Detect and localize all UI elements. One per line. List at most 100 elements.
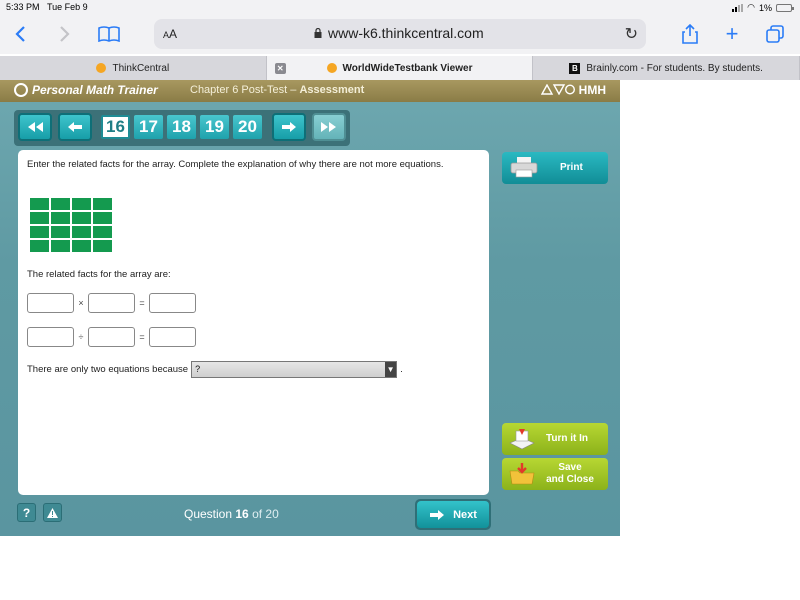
help-button[interactable]: ? — [17, 503, 36, 522]
array-cell — [72, 212, 91, 224]
array-cell — [93, 212, 112, 224]
multiplication-equation: × = — [27, 293, 196, 313]
brainly-favicon-icon: B — [569, 62, 581, 74]
explanation-row: There are only two equations because ? ▼… — [27, 361, 403, 378]
first-question-button[interactable] — [18, 113, 52, 141]
previous-question-button[interactable] — [58, 113, 92, 141]
arrow-right-icon — [430, 509, 445, 520]
share-icon[interactable] — [680, 22, 700, 46]
alert-button[interactable] — [43, 503, 62, 522]
math-trainer-app: Personal Math Trainer Chapter 6 Post-Tes… — [0, 80, 620, 536]
tab-label: Brainly.com - For students. By students. — [586, 62, 763, 74]
wifi-icon: ◠ — [747, 2, 755, 12]
array-cell — [30, 226, 49, 238]
division-equation: ÷ = — [27, 327, 196, 347]
url-display[interactable]: www-k6.thinkcentral.com — [314, 25, 484, 41]
print-label: Print — [560, 162, 583, 173]
related-facts-label: The related facts for the array are: — [27, 269, 171, 280]
back-icon[interactable] — [10, 22, 30, 46]
thinkcentral-favicon-icon — [96, 63, 107, 73]
browser-tabs: ThinkCentral ✕ WorldWideTestbank Viewer … — [0, 56, 800, 80]
battery-icon — [776, 3, 794, 12]
warning-icon — [47, 507, 58, 518]
array-cell — [30, 212, 49, 224]
reader-aa-button[interactable]: AA — [163, 27, 177, 41]
array-cell — [51, 240, 70, 252]
double-right-icon — [321, 122, 336, 132]
question-18-button[interactable]: 18 — [167, 115, 196, 139]
testbank-favicon-icon — [326, 63, 337, 73]
array-cell — [51, 212, 70, 224]
bookmarks-icon[interactable] — [98, 22, 120, 46]
browser-toolbar: AA www-k6.thinkcentral.com ↻ + — [0, 16, 800, 54]
division-divisor-input[interactable] — [88, 327, 135, 347]
array-cell — [30, 198, 49, 210]
question-20-button[interactable]: 20 — [233, 115, 262, 139]
tab-brainly[interactable]: B Brainly.com - For students. By student… — [533, 56, 800, 80]
new-tab-icon[interactable]: + — [722, 21, 742, 46]
hmh-shapes-icon — [541, 83, 576, 96]
equals-sign: = — [139, 298, 145, 308]
arrow-left-icon — [68, 122, 82, 132]
multiplication-product-input[interactable] — [149, 293, 196, 313]
turn-it-in-label: Turn it In — [546, 433, 589, 444]
question-navigation: 16 17 18 19 20 — [14, 110, 350, 146]
save-and-close-button[interactable]: Save and Close — [502, 458, 608, 490]
reload-icon[interactable]: ↻ — [625, 24, 638, 44]
lock-icon — [314, 28, 322, 38]
status-indicators: ◠ 1% — [732, 2, 794, 13]
question-panel: Enter the related facts for the array. C… — [18, 150, 489, 495]
array-figure — [30, 198, 112, 252]
next-question-nav-button[interactable] — [272, 113, 306, 141]
tab-worldwidetestbank[interactable]: ✕ WorldWideTestbank Viewer — [266, 56, 534, 80]
tab-label: ThinkCentral — [112, 62, 170, 74]
pmt-logo: Personal Math Trainer — [14, 83, 158, 97]
double-left-icon — [28, 122, 43, 132]
printer-icon — [510, 157, 538, 178]
multiplication-factor-2-input[interactable] — [88, 293, 135, 313]
array-cell — [51, 226, 70, 238]
close-tab-icon[interactable]: ✕ — [274, 63, 286, 74]
multiplication-factor-1-input[interactable] — [27, 293, 74, 313]
explanation-period: . — [400, 364, 403, 375]
last-question-button[interactable] — [312, 113, 346, 141]
pmt-logo-icon — [14, 83, 28, 97]
equals-sign: = — [139, 332, 145, 342]
array-cell — [72, 240, 91, 252]
array-cell — [30, 240, 49, 252]
multiply-sign: × — [78, 298, 84, 308]
next-label: Next — [453, 508, 477, 521]
dropdown-arrow-icon[interactable]: ▼ — [385, 362, 397, 377]
print-button[interactable]: Print — [502, 152, 608, 184]
explanation-dropdown[interactable]: ? ▼ — [191, 361, 398, 378]
array-cell — [93, 226, 112, 238]
explanation-text: There are only two equations because — [27, 364, 189, 375]
tabs-overview-icon[interactable] — [764, 22, 786, 46]
save-folder-icon — [509, 463, 535, 485]
address-bar[interactable]: AA www-k6.thinkcentral.com ↻ — [154, 19, 646, 49]
tab-thinkcentral[interactable]: ThinkCentral — [0, 56, 267, 80]
dropdown-value: ? — [195, 364, 201, 374]
question-16-button[interactable]: 16 — [101, 115, 130, 139]
question-17-button[interactable]: 17 — [134, 115, 163, 139]
arrow-right-icon — [282, 122, 296, 132]
turn-in-tray-icon — [509, 429, 535, 450]
status-bar: 5:33 PM Tue Feb 9 ◠ 1% — [0, 0, 800, 16]
division-dividend-input[interactable] — [27, 327, 74, 347]
app-header: Personal Math Trainer Chapter 6 Post-Tes… — [0, 80, 620, 102]
signal-icon — [732, 3, 744, 12]
next-button[interactable]: Next — [415, 499, 491, 530]
division-quotient-input[interactable] — [149, 327, 196, 347]
battery-percent: 1% — [758, 2, 772, 13]
turn-it-in-button[interactable]: Turn it In — [502, 423, 608, 455]
hmh-logo: HMH — [541, 83, 606, 97]
status-date: Tue Feb 9 — [47, 2, 88, 12]
array-cell — [72, 226, 91, 238]
question-19-button[interactable]: 19 — [200, 115, 229, 139]
array-cell — [72, 198, 91, 210]
array-cell — [51, 198, 70, 210]
forward-icon[interactable] — [55, 22, 75, 46]
save-and-close-label: Save and Close — [546, 462, 594, 485]
question-prompt: Enter the related facts for the array. C… — [27, 159, 444, 170]
array-cell — [93, 198, 112, 210]
